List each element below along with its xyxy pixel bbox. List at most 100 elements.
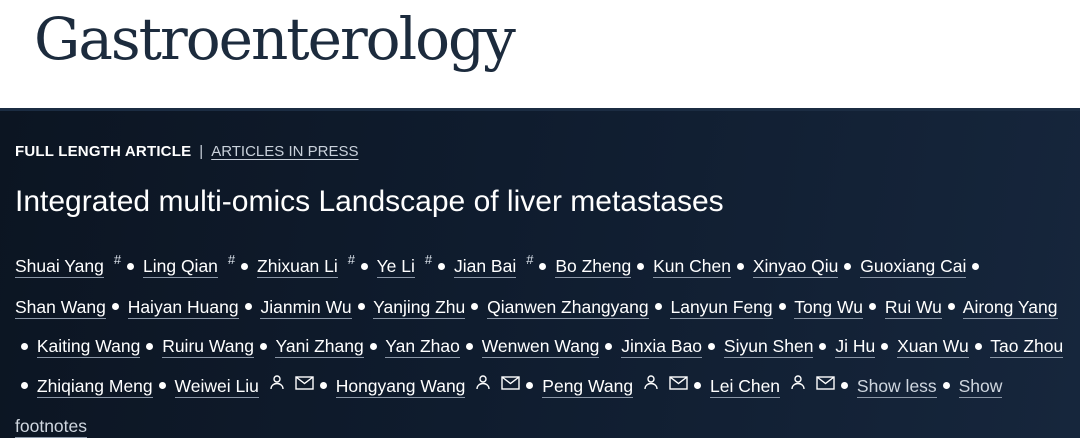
articles-in-press-link[interactable]: ARTICLES IN PRESS (211, 143, 358, 160)
author-item: Jian Bai # (453, 252, 533, 278)
separator-dot (241, 262, 249, 270)
separator-dot (637, 262, 645, 270)
separator-dot (881, 342, 889, 350)
author-name-link[interactable]: Jinxia Bao (621, 336, 703, 358)
author-item: Shuai Yang # (15, 252, 121, 278)
author-name-link[interactable]: Yan Zhao (385, 336, 460, 358)
author-item: Kun Chen (653, 256, 731, 278)
person-icon[interactable] (790, 365, 806, 405)
mail-icon[interactable] (501, 365, 521, 405)
author-item: Qianwen Zhangyang (487, 296, 649, 319)
author-name-link[interactable]: Xinyao Qiu (752, 256, 839, 278)
author-item: Rui Wu (884, 296, 942, 319)
author-item: Wenwen Wang (481, 336, 600, 358)
article-meta: FULL LENGTH ARTICLE | ARTICLES IN PRESS (15, 143, 358, 160)
author-name-link[interactable]: Zhiqiang Meng (36, 375, 153, 398)
author-name-link[interactable]: Jian Bai (453, 256, 517, 278)
author-name-link[interactable]: Weiwei Liu (174, 375, 259, 398)
separator-dot (146, 342, 154, 350)
separator-dot (778, 303, 786, 311)
separator-dot (736, 262, 744, 270)
separator-dot (694, 382, 702, 390)
author-item: Kaiting Wang (36, 336, 141, 358)
article-title: Integrated multi-omics Landscape of live… (15, 185, 724, 218)
author-item: Tao Zhou (990, 336, 1064, 358)
author-name-link[interactable]: Shan Wang (15, 296, 106, 319)
mail-icon[interactable] (816, 365, 835, 405)
separator-dot (244, 303, 252, 311)
author-name-link[interactable]: Yani Zhang (275, 336, 364, 358)
author-item: Ling Qian # (143, 252, 235, 278)
author-item: Lei Chen (709, 375, 835, 398)
equal-contribution-marker: # (526, 252, 534, 267)
author-name-link[interactable]: Airong Yang (962, 296, 1058, 319)
author-name-link[interactable]: Qianwen Zhangyang (487, 296, 649, 319)
author-name-link[interactable]: Guoxiang Cai (860, 256, 967, 278)
author-item: Jinxia Bao (621, 336, 703, 358)
show-less-link[interactable]: Show less (856, 375, 937, 398)
separator-dot (654, 303, 662, 311)
author-name-link[interactable]: Ye Li (376, 256, 415, 278)
separator-dot (942, 382, 950, 390)
author-name-link[interactable]: Yanjing Zhu (373, 296, 466, 319)
mail-icon[interactable] (669, 365, 688, 405)
author-name-link[interactable]: Lei Chen (709, 375, 781, 398)
separator-dot (526, 382, 534, 390)
author-name-link[interactable]: Xuan Wu (897, 336, 969, 358)
author-item: Zhixuan Li # (257, 252, 355, 278)
author-name-link[interactable]: Hongyang Wang (335, 375, 466, 398)
author-name-link[interactable]: Siyun Shen (723, 336, 814, 358)
separator-dot (841, 382, 849, 390)
separator-dot (972, 262, 980, 270)
separator-dot (111, 303, 119, 311)
separator-dot (974, 342, 982, 350)
separator-dot (21, 342, 28, 350)
author-name-link[interactable]: Lanyun Feng (670, 296, 773, 319)
author-name-link[interactable]: Zhixuan Li (257, 256, 338, 278)
separator-dot (465, 342, 473, 350)
person-icon[interactable] (269, 365, 285, 405)
author-item: Guoxiang Cai (860, 256, 967, 278)
separator-dot (361, 262, 369, 270)
separator-dot (158, 382, 166, 390)
author-item: Bo Zheng (555, 256, 632, 278)
separator-dot (844, 262, 852, 270)
author-item: Yan Zhao (385, 336, 460, 358)
author-name-link[interactable]: Peng Wang (542, 375, 634, 398)
person-icon[interactable] (643, 365, 659, 405)
separator-dot (471, 303, 479, 311)
author-name-link[interactable]: Wenwen Wang (481, 336, 600, 358)
author-item: Ye Li # (376, 252, 432, 278)
separator-dot (438, 262, 446, 270)
author-name-link[interactable]: Ruiru Wang (162, 336, 254, 358)
separator-dot (21, 382, 28, 390)
author-name-link[interactable]: Shuai Yang (15, 256, 104, 278)
author-name-link[interactable]: Tao Zhou (990, 336, 1064, 358)
author-item: Airong Yang (962, 296, 1058, 319)
author-item: Haiyan Huang (127, 296, 239, 319)
author-name-link[interactable]: Ling Qian (143, 256, 218, 278)
separator-dot (319, 382, 327, 390)
author-name-link[interactable]: Haiyan Huang (127, 296, 239, 319)
author-item: Xinyao Qiu (752, 256, 839, 278)
author-list: Shuai Yang # Ling Qian # Zhixuan Li # Ye Li… (15, 247, 1070, 438)
author-item: Jianmin Wu (260, 296, 352, 319)
journal-header: Gastroenterology (0, 0, 1080, 111)
author-name-link[interactable]: Jianmin Wu (260, 296, 352, 319)
separator-dot (539, 262, 547, 270)
author-name-link[interactable]: Rui Wu (884, 296, 942, 319)
separator-dot (868, 303, 876, 311)
author-name-link[interactable]: Kun Chen (653, 256, 731, 278)
separator-dot (357, 303, 365, 311)
person-icon[interactable] (475, 365, 491, 405)
equal-contribution-marker: # (227, 252, 236, 267)
author-name-link[interactable]: Bo Zheng (555, 256, 632, 278)
journal-title[interactable]: Gastroenterology (34, 10, 516, 68)
author-name-link[interactable]: Ji Hu (835, 336, 876, 358)
mail-icon[interactable] (295, 365, 314, 405)
author-name-link[interactable]: Tong Wu (794, 296, 863, 319)
separator-dot (127, 262, 135, 270)
author-item: Ji Hu (835, 336, 876, 358)
author-name-link[interactable]: Kaiting Wang (36, 336, 141, 358)
separator-dot (605, 342, 613, 350)
